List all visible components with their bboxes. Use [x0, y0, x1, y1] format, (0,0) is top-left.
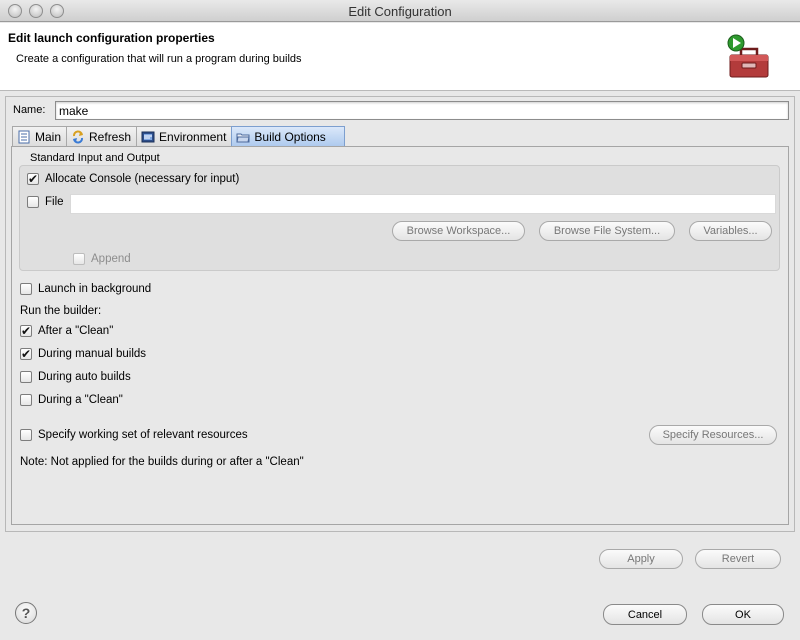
auto-builds-checkbox[interactable]: During auto builds — [20, 371, 131, 383]
revert-button[interactable]: Revert — [695, 549, 781, 569]
folder-icon — [236, 133, 251, 142]
during-clean-check[interactable] — [20, 394, 32, 406]
working-set-label: Specify working set of relevant resource… — [38, 429, 248, 441]
allocate-console-label: Allocate Console (necessary for input) — [45, 173, 240, 185]
header-title: Edit launch configuration properties — [8, 31, 215, 45]
tab-main[interactable]: Main — [12, 126, 68, 146]
tab-main-label: Main — [35, 129, 62, 144]
tab-bar: Main Refresh Environment Build Options — [12, 126, 345, 146]
working-set-check[interactable] — [20, 429, 32, 441]
manual-builds-label: During manual builds — [38, 348, 147, 360]
ok-button[interactable]: OK — [702, 604, 784, 625]
manual-builds-check[interactable]: ✔ — [20, 348, 32, 360]
file-path-field[interactable] — [70, 194, 776, 214]
during-clean-checkbox[interactable]: During a "Clean" — [20, 394, 123, 406]
launch-in-background-check[interactable] — [20, 283, 32, 295]
note-text: Note: Not applied for the builds during … — [20, 456, 304, 468]
allocate-console-checkbox[interactable]: ✔ Allocate Console (necessary for input) — [27, 173, 239, 185]
file-label: File — [45, 196, 64, 208]
cancel-button[interactable]: Cancel — [603, 604, 687, 625]
auto-builds-label: During auto builds — [38, 371, 131, 383]
tab-build-options-label: Build Options — [254, 129, 326, 144]
tab-environment[interactable]: Environment — [136, 126, 233, 146]
tab-environment-label: Environment — [159, 129, 227, 144]
append-label: Append — [91, 253, 131, 265]
after-clean-label: After a "Clean" — [38, 325, 114, 337]
allocate-console-check[interactable]: ✔ — [27, 173, 39, 185]
tab-refresh-label: Refresh — [89, 129, 132, 144]
file-check[interactable] — [27, 196, 39, 208]
refresh-icon — [73, 130, 84, 143]
name-field[interactable] — [55, 101, 789, 120]
append-checkbox[interactable]: Append — [73, 253, 131, 265]
name-label: Name: — [13, 104, 46, 116]
header-description: Create a configuration that will run a p… — [16, 53, 302, 65]
after-clean-checkbox[interactable]: ✔ After a "Clean" — [20, 325, 113, 337]
window-title: Edit Configuration — [348, 4, 452, 19]
environment-icon — [141, 131, 155, 142]
window-titlebar: Edit Configuration — [0, 0, 800, 22]
during-clean-label: During a "Clean" — [38, 394, 123, 406]
main-tab-icon — [18, 130, 30, 143]
launch-in-background-label: Launch in background — [38, 283, 152, 295]
tab-build-options[interactable]: Build Options — [231, 126, 345, 146]
specify-resources-button[interactable]: Specify Resources... — [649, 425, 777, 445]
launch-in-background-checkbox[interactable]: Launch in background — [20, 283, 151, 295]
working-set-checkbox[interactable]: Specify working set of relevant resource… — [20, 429, 248, 441]
append-check[interactable] — [73, 253, 85, 265]
run-builder-label: Run the builder: — [20, 305, 102, 317]
file-checkbox[interactable]: File — [27, 196, 64, 208]
toolbox-run-icon — [727, 34, 769, 78]
apply-button[interactable]: Apply — [599, 549, 683, 569]
after-clean-check[interactable]: ✔ — [20, 325, 32, 337]
browse-workspace-button[interactable]: Browse Workspace... — [392, 221, 525, 241]
variables-button[interactable]: Variables... — [689, 221, 772, 241]
tab-refresh[interactable]: Refresh — [66, 126, 138, 146]
help-icon[interactable]: ? — [15, 602, 37, 624]
standard-io-group-title: Standard Input and Output — [30, 152, 160, 164]
auto-builds-check[interactable] — [20, 371, 32, 383]
dialog-header: Edit launch configuration properties Cre… — [0, 23, 800, 91]
manual-builds-checkbox[interactable]: ✔ During manual builds — [20, 348, 146, 360]
browse-file-system-button[interactable]: Browse File System... — [539, 221, 675, 241]
